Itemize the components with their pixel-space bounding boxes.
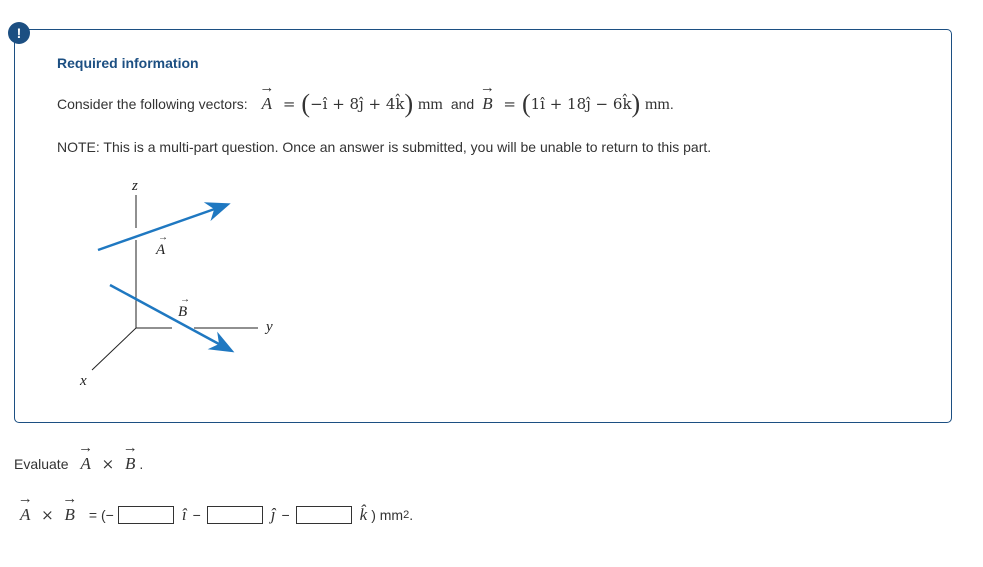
- vector-a-symbol: A: [262, 94, 272, 114]
- cross-product-expression: A × B: [80, 454, 135, 474]
- evaluate-prompt: Evaluate A × B .: [14, 448, 143, 480]
- x-axis: [91, 327, 137, 371]
- vector-a-label-arrow: →: [158, 232, 168, 243]
- minus-sign: −: [281, 507, 290, 523]
- vector-b-unit: mm: [644, 96, 670, 113]
- vector-b-label-arrow: →: [180, 294, 190, 305]
- answer-vector-b: B: [65, 505, 75, 525]
- vector-b-symbol: B: [482, 94, 492, 114]
- minus-sign: −: [192, 507, 201, 523]
- j-component-input[interactable]: [206, 506, 263, 524]
- vector-a-components: −î + 8ĵ + 4k̂: [310, 95, 405, 113]
- vector-b-equation: B =(1î + 18ĵ − 6k̂) mm: [482, 89, 670, 119]
- vector-a-equation: A =(−î + 8ĵ + 4k̂) mm: [262, 89, 443, 119]
- k-component-input[interactable]: [295, 506, 352, 524]
- unit-vector-k: k̂: [359, 505, 368, 524]
- answer-unit: ) mm: [371, 507, 404, 523]
- cross-symbol: ×: [101, 455, 115, 473]
- multi-part-note: NOTE: This is a multi-part question. Onc…: [57, 139, 712, 155]
- unit-vector-j: ĵ: [270, 505, 276, 524]
- answer-lhs: A × B: [20, 505, 75, 525]
- vector-a-unit: mm: [417, 96, 443, 113]
- i-component-input[interactable]: [117, 506, 174, 524]
- evaluate-period: .: [139, 456, 144, 472]
- required-information-title: Required information: [57, 55, 199, 71]
- answer-cross-symbol: ×: [41, 506, 54, 524]
- x-axis-label: x: [79, 373, 87, 389]
- equals-open: = (−: [88, 507, 114, 523]
- vector-b-arrow: [109, 283, 235, 353]
- evaluate-vector-b: B: [125, 454, 135, 474]
- unit-vector-i: î: [181, 505, 187, 524]
- evaluate-vector-a: A: [80, 454, 90, 474]
- vector-a-label: A: [155, 242, 166, 258]
- and-label: and: [450, 96, 475, 112]
- answer-vector-a: A: [20, 505, 30, 525]
- vectors-statement: Consider the following vectors: A =(−î +…: [57, 84, 674, 124]
- y-axis-label: y: [264, 319, 273, 335]
- z-axis-label: z: [131, 178, 138, 194]
- consider-prefix: Consider the following vectors:: [57, 96, 248, 112]
- vector-diagram: z y x A → B →: [79, 178, 273, 389]
- answer-period: .: [409, 507, 414, 523]
- vector-b-label: B: [178, 304, 187, 320]
- exclamation-icon: !: [8, 22, 30, 44]
- vector-b-components: 1î + 18ĵ − 6k̂: [530, 95, 632, 113]
- evaluate-label: Evaluate: [14, 456, 69, 472]
- answer-row: A × B = (− î − ĵ − k̂ ) mm2.: [14, 498, 413, 532]
- statement-period: .: [669, 96, 674, 112]
